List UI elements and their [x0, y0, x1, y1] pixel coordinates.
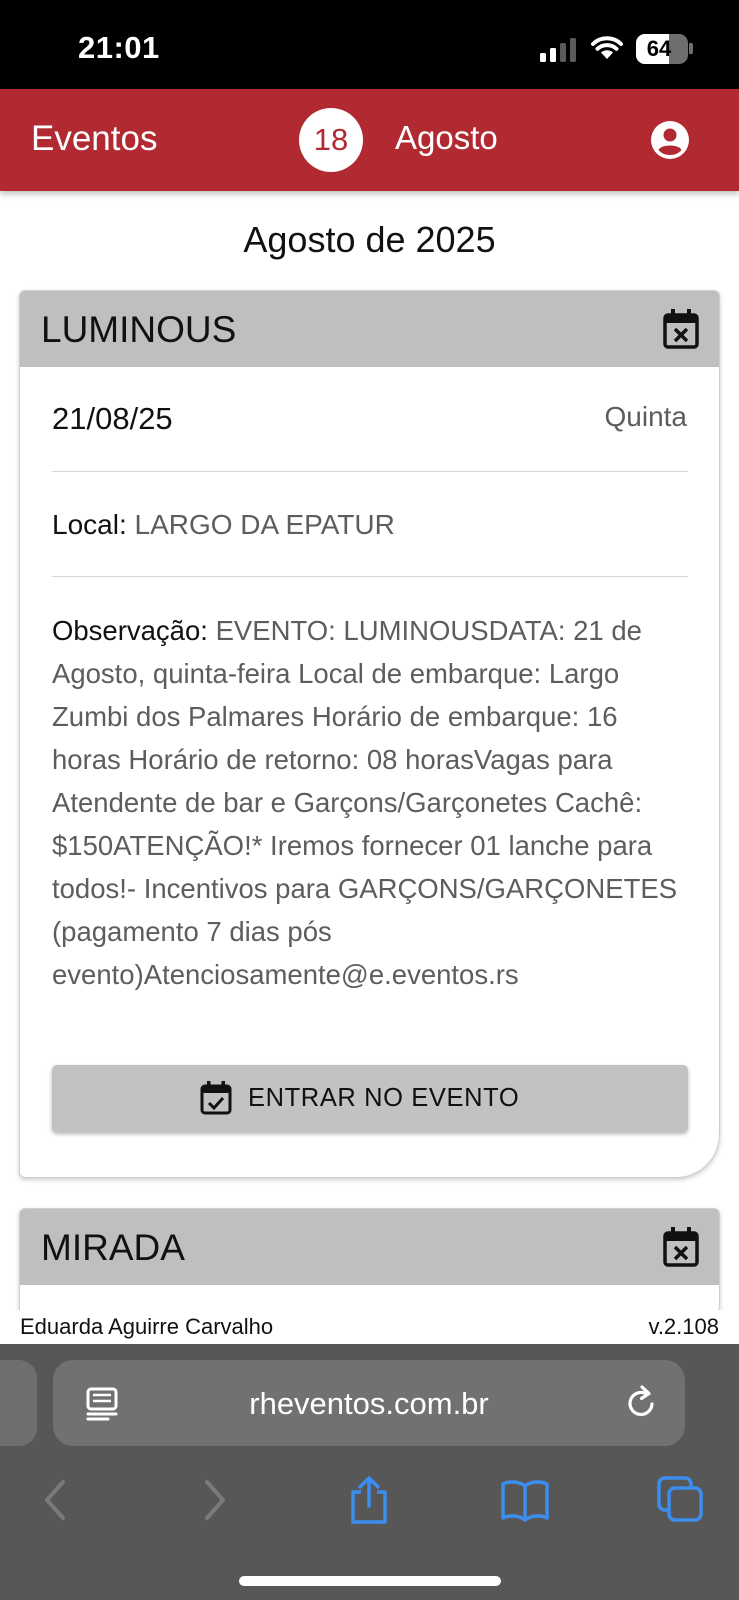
home-indicator[interactable] — [239, 1576, 501, 1586]
event-card-header: MIRADA — [20, 1209, 719, 1285]
month-selector[interactable]: Agosto — [395, 119, 498, 157]
tabs-icon[interactable] — [655, 1474, 707, 1526]
browser-toolbar: rheventos.com.br — [0, 1344, 739, 1600]
event-card: MIRADA — [19, 1208, 720, 1310]
app-title[interactable]: Eventos — [31, 119, 157, 159]
url-text[interactable]: rheventos.com.br — [53, 1386, 685, 1422]
event-date: 21/08/25 — [52, 401, 173, 436]
status-time: 21:01 — [78, 30, 160, 65]
battery-level: 64 — [646, 36, 672, 61]
address-bar[interactable]: rheventos.com.br — [53, 1360, 685, 1446]
local-label: Local: — [52, 509, 127, 540]
event-card-header: LUMINOUS — [20, 291, 719, 367]
battery-icon: 64 — [636, 34, 688, 64]
app-bar: Eventos 18 Agosto — [0, 89, 739, 191]
event-card: LUMINOUS 21/08/25 Quinta Local: LARGO DA… — [19, 290, 720, 1178]
calendar-check-icon — [200, 1081, 232, 1115]
user-name: Eduarda Aguirre Carvalho — [20, 1314, 274, 1339]
share-icon[interactable] — [343, 1474, 395, 1526]
enter-event-button[interactable]: ENTRAR NO EVENTO — [52, 1065, 688, 1132]
battery-cap — [689, 43, 693, 54]
event-title: LUMINOUS — [41, 309, 237, 350]
day-badge[interactable]: 18 — [299, 108, 363, 172]
app-version: v.2.108 — [648, 1314, 719, 1339]
event-observation: Observação: EVENTO: LUMINOUSDATA: 21 de … — [52, 609, 690, 996]
event-local: Local: LARGO DA EPATUR — [52, 509, 395, 541]
event-title: MIRADA — [41, 1227, 185, 1268]
calendar-remove-icon[interactable] — [663, 309, 699, 349]
back-icon[interactable] — [30, 1474, 82, 1526]
footer: Eduarda Aguirre Carvalho v.2.108 — [0, 1310, 739, 1344]
wifi-icon — [591, 36, 623, 59]
divider — [52, 576, 688, 577]
account-circle-icon[interactable] — [650, 120, 690, 160]
previous-tab-preview[interactable] — [0, 1360, 37, 1446]
event-list[interactable]: Agosto de 2025 LUMINOUS 21/08/25 Quinta … — [0, 191, 739, 1310]
cellular-signal-icon — [540, 38, 578, 62]
local-value: LARGO DA EPATUR — [134, 509, 395, 540]
forward-icon[interactable] — [188, 1474, 240, 1526]
divider — [52, 471, 688, 472]
event-weekday: Quinta — [604, 401, 688, 432]
observation-text: EVENTO: LUMINOUSDATA: 21 de Agosto, quin… — [52, 615, 678, 990]
enter-event-label: ENTRAR NO EVENTO — [248, 1084, 520, 1112]
bookmarks-icon[interactable] — [499, 1474, 551, 1526]
month-heading: Agosto de 2025 — [243, 219, 496, 260]
reload-icon[interactable] — [623, 1385, 659, 1421]
observation-label: Observação: — [52, 615, 208, 646]
calendar-remove-icon[interactable] — [663, 1227, 699, 1267]
status-bar: 21:01 64 — [0, 0, 739, 89]
